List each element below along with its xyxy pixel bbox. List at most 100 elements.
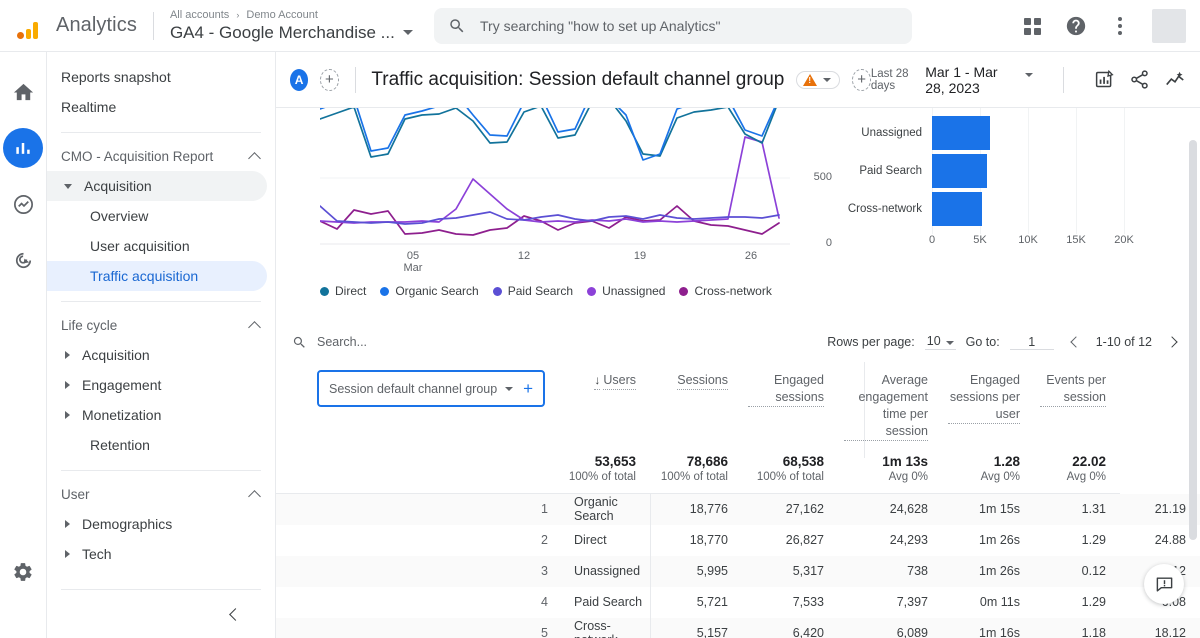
- rail-item-admin[interactable]: [3, 552, 43, 592]
- rows-per-page-select[interactable]: 10: [925, 334, 956, 350]
- add-filter-button[interactable]: +: [852, 69, 870, 91]
- bar-item-cross-network[interactable]: Cross-network: [932, 192, 982, 226]
- table-row[interactable]: 3 Unassigned 5,995 5,317 738 1m 26s 0.12…: [276, 556, 1200, 587]
- row-index: 4: [276, 587, 558, 618]
- legend-item-cross-network[interactable]: Cross-network: [679, 284, 771, 298]
- sidebar-item-realtime[interactable]: Realtime: [47, 92, 267, 122]
- row-avg-engagement-time: 1m 16s: [942, 618, 1034, 638]
- chevron-up-icon: [248, 152, 261, 165]
- bar-category-label: Unassigned: [861, 127, 922, 139]
- totals-value: 53,653: [564, 454, 636, 469]
- account-selector[interactable]: All accounts › Demo Account GA4 - Google…: [170, 8, 413, 44]
- legend-item-direct[interactable]: Direct: [320, 284, 366, 298]
- avatar[interactable]: [1152, 9, 1186, 43]
- insights-button[interactable]: [1164, 68, 1186, 92]
- table-row[interactable]: 2 Direct 18,770 26,827 24,293 1m 26s 1.2…: [276, 525, 1200, 556]
- table-totals-row: 53,653 100% of total 78,686 100% of tota…: [276, 450, 1200, 494]
- sidebar-item-traffic-acquisition[interactable]: Traffic acquisition: [47, 261, 267, 291]
- rail-item-advertising[interactable]: [3, 240, 43, 280]
- users-by-channel-bar-chart[interactable]: Unassigned Paid Search Cross-network 0 5…: [846, 108, 1186, 258]
- sidebar-item-engagement[interactable]: Engagement: [47, 370, 267, 400]
- row-dimension[interactable]: Direct: [558, 525, 650, 556]
- totals-events-per-session: 22.02 Avg 0%: [1034, 450, 1120, 494]
- kebab-menu-icon: [1118, 17, 1122, 35]
- row-avg-engagement-time: 1m 15s: [942, 494, 1034, 525]
- breadcrumb-all-accounts[interactable]: All accounts: [170, 9, 229, 21]
- audience-badge[interactable]: A: [290, 69, 308, 91]
- global-search[interactable]: [434, 8, 912, 44]
- vertical-scrollbar[interactable]: [1189, 140, 1197, 540]
- legend-item-organic-search[interactable]: Organic Search: [380, 284, 478, 298]
- add-dimension-icon[interactable]: +: [523, 380, 533, 397]
- previous-page-button[interactable]: [1064, 331, 1086, 353]
- row-users: 5,157: [650, 618, 742, 638]
- table-row[interactable]: 1 Organic Search 18,776 27,162 24,628 1m…: [276, 494, 1200, 525]
- rail-item-explore[interactable]: [3, 184, 43, 224]
- x-tick-12: 12: [504, 250, 544, 262]
- breadcrumb-demo-account[interactable]: Demo Account: [246, 9, 318, 21]
- table-search-input[interactable]: [317, 335, 497, 349]
- row-engaged-sessions-per-user: 1.18: [1034, 618, 1120, 638]
- table-row[interactable]: 5 Cross-network 5,157 6,420 6,089 1m 16s…: [276, 618, 1200, 638]
- collapse-sidebar-button[interactable]: [221, 602, 245, 626]
- bar-item-paid-search[interactable]: Paid Search: [932, 154, 987, 188]
- chevron-left-icon: [229, 608, 242, 621]
- sidebar-item-acquisition-lifecycle[interactable]: Acquisition: [47, 340, 267, 370]
- share-icon: [1129, 69, 1150, 90]
- feedback-button[interactable]: [1144, 564, 1184, 604]
- sidebar-item-acquisition-cmo[interactable]: Acquisition: [47, 171, 267, 201]
- data-warning-chip[interactable]: [796, 71, 840, 89]
- sidebar-item-user-acquisition[interactable]: User acquisition: [47, 231, 267, 261]
- edit-report-button[interactable]: [1094, 68, 1115, 92]
- edit-chart-icon: [1094, 69, 1115, 90]
- sidebar-item-tech[interactable]: Tech: [47, 539, 267, 569]
- totals-value: 22.02: [1040, 454, 1106, 469]
- totals-subtext: 100% of total: [656, 471, 728, 483]
- more-options-button[interactable]: [1108, 14, 1132, 38]
- totals-empty-cell: [276, 450, 558, 494]
- column-header-events-per-session[interactable]: Events per session: [1034, 362, 1120, 450]
- search-input[interactable]: [480, 18, 898, 34]
- table-row[interactable]: 4 Paid Search 5,721 7,533 7,397 0m 11s 1…: [276, 587, 1200, 618]
- totals-subtext: Avg 0%: [948, 471, 1020, 483]
- row-dimension[interactable]: Cross-network: [558, 618, 650, 638]
- header-divider: [1063, 67, 1064, 93]
- legend-item-paid-search[interactable]: Paid Search: [493, 284, 573, 298]
- rail-item-home[interactable]: [3, 72, 43, 112]
- apps-grid-button[interactable]: [1020, 14, 1044, 38]
- column-header-avg-engagement-time[interactable]: Average engagement time per session: [838, 362, 942, 450]
- column-header-engaged-sessions[interactable]: Engaged sessions: [742, 362, 838, 450]
- legend-item-unassigned[interactable]: Unassigned: [587, 284, 665, 298]
- sidebar-item-demographics[interactable]: Demographics: [47, 509, 267, 539]
- column-header-sessions[interactable]: Sessions: [650, 362, 742, 450]
- property-name[interactable]: GA4 - Google Merchandise ...: [170, 22, 413, 44]
- sidebar-item-label: Retention: [90, 437, 150, 453]
- help-button[interactable]: [1064, 14, 1088, 38]
- explore-icon: [12, 193, 35, 216]
- sidebar-group-life-cycle[interactable]: Life cycle: [47, 310, 275, 340]
- table-search[interactable]: [292, 335, 497, 350]
- dimension-selector[interactable]: Session default channel group +: [317, 370, 545, 407]
- goto-page-input[interactable]: [1010, 335, 1054, 350]
- sidebar-item-retention[interactable]: Retention: [47, 430, 267, 460]
- row-dimension[interactable]: Paid Search: [558, 587, 650, 618]
- sidebar-group-cmo-acquisition-report[interactable]: CMO - Acquisition Report: [47, 141, 275, 171]
- row-dimension[interactable]: Organic Search: [558, 494, 650, 525]
- bar-item-unassigned[interactable]: Unassigned: [932, 116, 990, 150]
- sidebar-item-overview[interactable]: Overview: [47, 201, 267, 231]
- rail-item-reports[interactable]: [3, 128, 43, 168]
- add-comparison-button[interactable]: +: [320, 69, 338, 91]
- sidebar-item-monetization[interactable]: Monetization: [47, 400, 267, 430]
- bar-x-tick-0: 0: [929, 234, 935, 246]
- users-over-time-line-chart[interactable]: 500 0: [320, 108, 790, 268]
- row-dimension[interactable]: Unassigned: [558, 556, 650, 587]
- sidebar-item-reports-snapshot[interactable]: Reports snapshot: [47, 62, 267, 92]
- sidebar-group-user[interactable]: User: [47, 479, 275, 509]
- date-range-picker[interactable]: Last 28 days Mar 1 - Mar 28, 2023: [871, 64, 1033, 96]
- row-users: 18,776: [650, 494, 742, 525]
- column-header-users[interactable]: ↓Users: [558, 362, 650, 450]
- next-page-button[interactable]: [1162, 331, 1184, 353]
- table-pagination: Rows per page: 10 Go to: 1-10 of 12: [827, 331, 1184, 353]
- column-header-engaged-sessions-per-user[interactable]: Engaged sessions per user: [942, 362, 1034, 450]
- share-report-button[interactable]: [1129, 68, 1150, 92]
